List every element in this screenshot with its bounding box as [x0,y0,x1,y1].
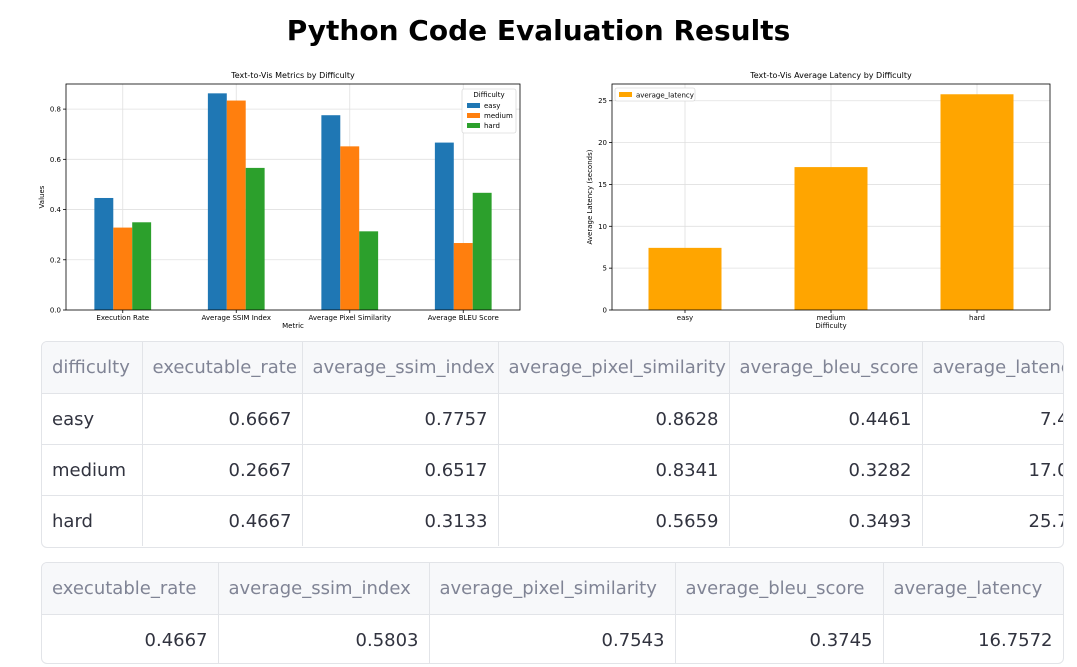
table-header-row: executable_rate average_ssim_index average… [42,563,1063,615]
column-header-average-ssim-index[interactable]: average_ssim_index [218,563,430,615]
table-cell[interactable]: 0.8628 [498,393,730,445]
legend-swatch-average-latency [619,92,632,97]
legend-label-hard: hard [484,122,500,130]
y-tick-label: 20 [598,139,607,147]
table-cell[interactable]: hard [42,495,143,546]
bar-easy [207,93,227,310]
bar-hard [132,222,152,310]
legend-swatch-medium [467,113,480,118]
overall-results-table[interactable]: executable_rate average_ssim_index average… [41,562,1064,664]
table-cell[interactable]: 0.4461 [729,393,923,445]
y-tick-label: 5 [603,265,607,273]
table-cell[interactable]: 25.773 [922,495,1063,546]
y-tick-label: 15 [598,181,607,189]
y-tick-label: 0.0 [50,307,61,315]
legend-title: Difficulty [473,91,504,99]
bar-medium [226,100,246,310]
bar-medium [453,243,473,310]
y-tick-label: 0.8 [50,106,61,114]
bar-hard [245,167,265,310]
metrics-bar-chart: Text-to-Vis Metrics by Difficulty 0.0 0.2 0… [36,70,526,335]
column-header-executable-rate[interactable]: executable_rate [42,563,219,615]
bar-hard [472,192,492,310]
table-cell[interactable]: 0.7757 [302,393,499,445]
table-cell[interactable]: 17.073 [922,444,1063,496]
bar-hard [359,231,379,310]
table-row[interactable]: hard0.46670.31330.56590.349325.773 [42,495,1063,546]
table-cell[interactable]: 0.2667 [142,444,303,496]
table-cell[interactable]: 7.424 [922,393,1063,445]
table-header-row: difficulty executable_rate average_ssim_in… [42,342,1063,394]
table-cell[interactable]: 0.5659 [498,495,730,546]
y-tick-label: 25 [598,97,607,105]
metrics-chart-svg: Text-to-Vis Metrics by Difficulty 0.0 0.2 0… [38,71,521,330]
x-axis-label: Difficulty [815,322,846,330]
y-tick-label: 0.6 [50,156,62,164]
chart-title: Text-to-Vis Metrics by Difficulty [230,71,355,80]
table-cell[interactable]: 0.3745 [675,614,884,663]
table-cell[interactable]: 0.3133 [302,495,499,546]
column-header-difficulty[interactable]: difficulty [42,342,143,394]
legend-swatch-easy [467,103,480,108]
bar-average-latency [648,247,722,310]
table-cell[interactable]: 0.7543 [429,614,676,663]
legend-label-average-latency: average_latency [636,92,694,100]
latency-chart-svg: Text-to-Vis Average Latency by Difficult… [586,71,1051,330]
column-header-average-ssim-index[interactable]: average_ssim_index [302,342,499,394]
legend-swatch-hard [467,123,480,128]
y-tick-label: 10 [598,223,607,231]
latency-bar-chart: Text-to-Vis Average Latency by Difficult… [580,70,1060,335]
x-tick-label: hard [969,314,985,322]
table-cell[interactable]: 0.4667 [142,495,303,546]
table-row[interactable]: easy0.66670.77570.86280.44617.424 [42,393,1063,445]
bar-medium [113,227,133,310]
chart-title: Text-to-Vis Average Latency by Difficult… [749,71,912,80]
x-tick-label: Average BLEU Score [428,314,499,322]
column-header-average-latenc[interactable]: average_latenc [922,342,1063,394]
y-tick-label: 0.4 [50,206,62,214]
table-cell[interactable]: 0.3493 [729,495,923,546]
table-cell[interactable]: 0.3282 [729,444,923,496]
column-header-average-pixel-similarity[interactable]: average_pixel_similarity [429,563,676,615]
column-header-executable-rate[interactable]: executable_rate [142,342,303,394]
x-axis-label: Metric [282,322,304,330]
column-header-average-pixel-similarity[interactable]: average_pixel_similarity [498,342,730,394]
table-cell[interactable]: 0.6517 [302,444,499,496]
table-cell[interactable]: easy [42,393,143,445]
x-tick-label: Execution Rate [96,314,149,322]
x-tick-label: Average Pixel Similarity [309,314,391,322]
legend-label-medium: medium [484,112,513,120]
bar-average-latency [794,167,868,310]
bar-easy [434,142,454,310]
table-cell[interactable]: 0.5803 [218,614,430,663]
x-tick-label: Average SSIM Index [202,314,271,322]
table-row[interactable]: 0.4667 0.5803 0.7543 0.3745 16.7572 [42,614,1063,663]
y-tick-label: 0.2 [50,256,61,264]
bar-average-latency [940,94,1014,310]
table-row[interactable]: medium0.26670.65170.83410.328217.073 [42,444,1063,496]
y-axis-label: Average Latency (seconds) [586,149,594,244]
column-header-average-bleu-score[interactable]: average_bleu_score [729,342,923,394]
x-tick-label: easy [677,314,693,322]
column-header-average-bleu-score[interactable]: average_bleu_score [675,563,884,615]
table-cell[interactable]: medium [42,444,143,496]
bar-easy [94,197,114,310]
bar-medium [340,146,360,310]
table-cell[interactable]: 0.8341 [498,444,730,496]
table-cell[interactable]: 16.7572 [883,614,1063,663]
page-title: Python Code Evaluation Results [286,14,791,47]
y-axis-label: Values [38,185,46,208]
table-cell[interactable]: 0.4667 [42,614,219,663]
bar-easy [321,115,341,311]
x-tick-label: medium [817,314,846,322]
legend-label-easy: easy [484,102,500,110]
difficulty-results-table[interactable]: difficulty executable_rate average_ssim_in… [41,341,1064,548]
column-header-average-latency[interactable]: average_latency [883,563,1063,615]
y-tick-label: 0 [603,307,607,315]
table-cell[interactable]: 0.6667 [142,393,303,445]
